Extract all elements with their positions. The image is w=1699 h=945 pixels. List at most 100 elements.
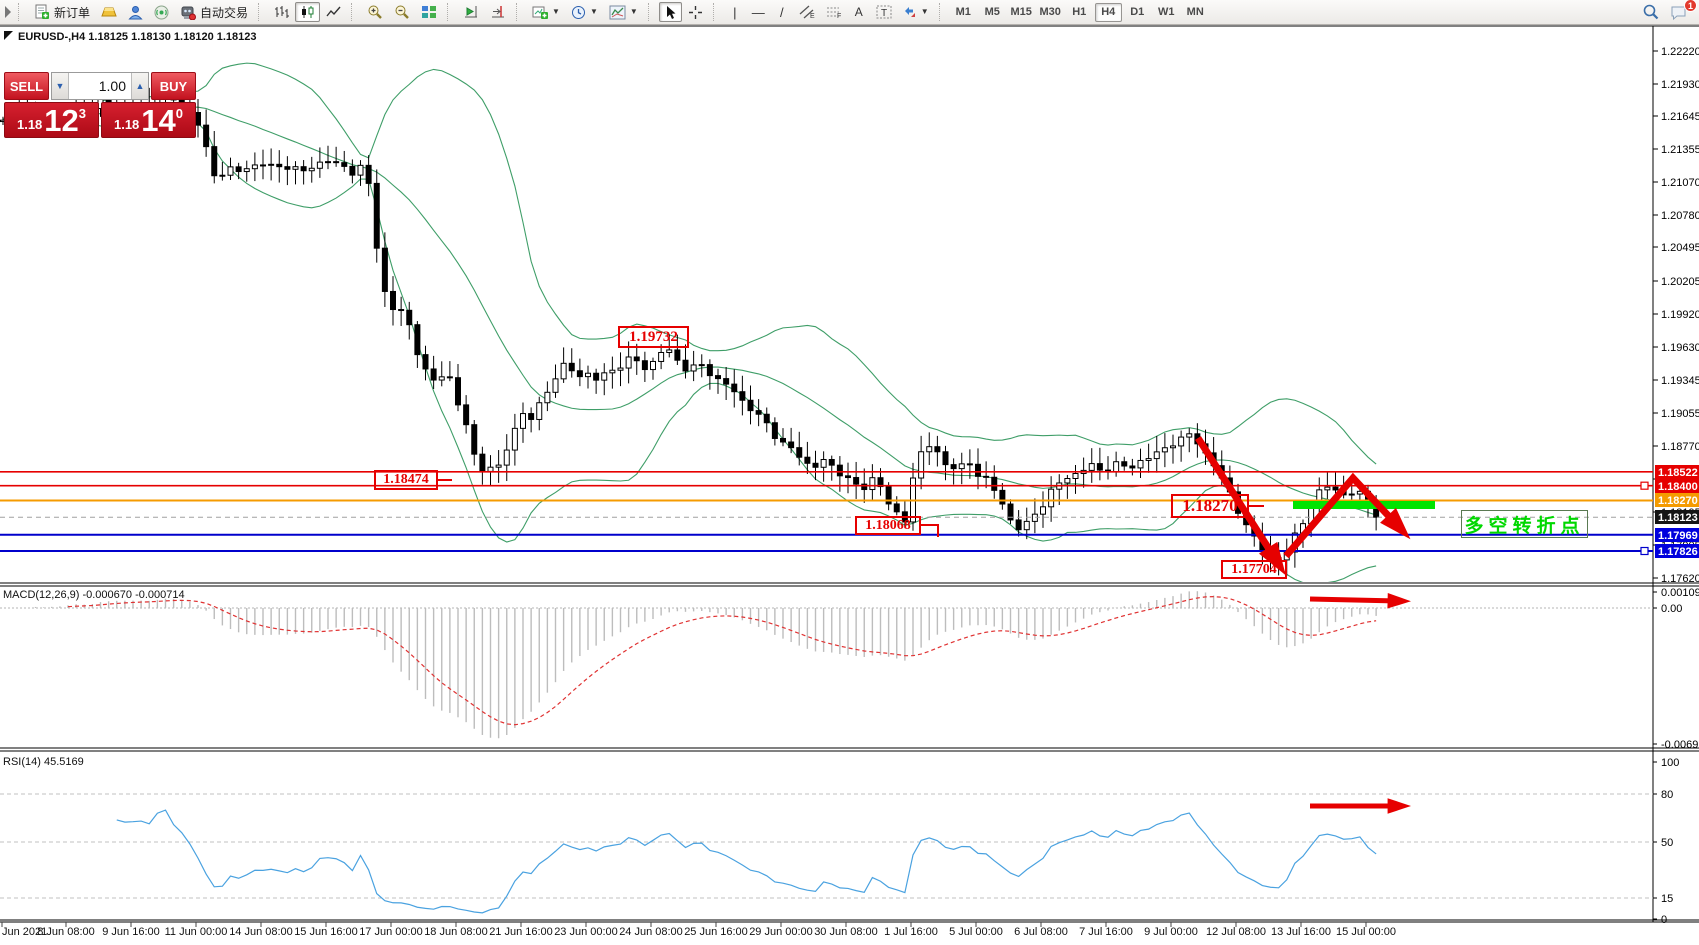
volume-decrease-button[interactable]: ▼ (52, 73, 69, 99)
dropdown-arrow-icon: ▼ (921, 8, 929, 16)
crosshair-tool-button[interactable] (683, 2, 708, 22)
svg-text:15 Jun 16:00: 15 Jun 16:00 (294, 926, 358, 938)
tile-windows-button[interactable] (416, 2, 442, 22)
buy-button[interactable]: BUY (151, 72, 196, 100)
svg-text:1.22220: 1.22220 (1661, 46, 1699, 58)
svg-text:E: E (810, 13, 815, 19)
svg-text:23 Jun 00:00: 23 Jun 00:00 (554, 926, 618, 938)
subwindow-marker[interactable] (4, 31, 13, 40)
candlestick-icon (300, 5, 315, 19)
svg-text:1.21645: 1.21645 (1661, 111, 1699, 123)
text-tool-icon: A (855, 6, 863, 18)
support-zone-bar[interactable] (1293, 501, 1435, 509)
new-order-button[interactable]: 新订单 (29, 2, 95, 22)
new-chart-dropdown[interactable]: ▼ (527, 2, 565, 22)
horizontal-line-tool[interactable]: — (747, 2, 770, 22)
fibonacci-tool[interactable]: F (821, 2, 847, 22)
autoscroll-icon (463, 5, 479, 19)
vertical-line-tool[interactable]: | (724, 2, 746, 22)
svg-text:7 Jul 16:00: 7 Jul 16:00 (1079, 926, 1133, 938)
chart-shift-icon (490, 5, 506, 19)
toolbar-separator (648, 3, 655, 21)
timeframe-button-d1[interactable]: D1 (1124, 3, 1151, 22)
text-label-tool[interactable]: T (871, 2, 897, 22)
sell-price-tile[interactable]: 1.18 12 3 (4, 102, 99, 138)
channel-tool[interactable]: E (794, 2, 820, 22)
chart-shift-button[interactable] (485, 2, 511, 22)
signal-button[interactable] (149, 2, 174, 22)
community-button[interactable] (123, 2, 148, 22)
autoscroll-button[interactable] (458, 2, 484, 22)
svg-text:1.18270: 1.18270 (1658, 495, 1698, 507)
indicators-dropdown[interactable]: ▼ (604, 2, 643, 22)
line-chart-icon (326, 5, 341, 19)
timeframe-button-h1[interactable]: H1 (1066, 3, 1093, 22)
cursor-icon (664, 5, 677, 20)
timeframe-button-w1[interactable]: W1 (1153, 3, 1180, 22)
price-annotation-18068[interactable]: 1.18068 (855, 516, 921, 535)
trendline-icon: / (780, 6, 784, 19)
sell-price-prefix: 1.18 (17, 117, 42, 132)
zoom-in-button[interactable] (362, 2, 388, 22)
person-icon (128, 5, 143, 20)
timeframe-button-mn[interactable]: MN (1182, 3, 1209, 22)
clock-icon (571, 5, 586, 20)
new-order-icon (34, 4, 50, 20)
volume-input[interactable]: 1.00 (69, 73, 131, 99)
svg-text:50: 50 (1661, 837, 1673, 849)
svg-text:0.00: 0.00 (1661, 603, 1682, 615)
gold-tool-button[interactable] (96, 2, 122, 22)
autotrading-button[interactable]: 自动交易 (175, 2, 253, 22)
equidistant-channel-icon: E (799, 5, 815, 19)
line-chart-mode-button[interactable] (321, 2, 346, 22)
timeframe-button-m30[interactable]: M30 (1037, 3, 1064, 22)
timeframe-dropdown[interactable]: ▼ (566, 2, 603, 22)
svg-text:1.20205: 1.20205 (1661, 276, 1699, 288)
svg-text:1 Jul 16:00: 1 Jul 16:00 (884, 926, 938, 938)
buy-price-tile[interactable]: 1.18 14 0 (101, 102, 196, 138)
trendline-tool[interactable]: / (771, 2, 793, 22)
clipped-toolbar-icon[interactable] (3, 2, 13, 22)
svg-text:1.20495: 1.20495 (1661, 242, 1699, 254)
cursor-tool-button[interactable] (659, 2, 682, 22)
ohlc-bars-icon (274, 5, 289, 19)
turning-point-callout[interactable]: 多空转折点 (1461, 510, 1588, 538)
volume-increase-button[interactable]: ▲ (131, 73, 148, 99)
autotrading-label: 自动交易 (200, 4, 248, 21)
sell-button[interactable]: SELL (4, 72, 49, 100)
timeframe-button-h4[interactable]: H4 (1095, 3, 1122, 22)
svg-text:9 Jul 00:00: 9 Jul 00:00 (1144, 926, 1198, 938)
price-annotation-18270[interactable]: 1.18270 (1171, 494, 1249, 518)
svg-text:1.19630: 1.19630 (1661, 342, 1699, 354)
svg-text:15: 15 (1661, 893, 1673, 905)
svg-text:-0.0069: -0.0069 (1661, 739, 1698, 751)
zoom-out-button[interactable] (389, 2, 415, 22)
price-annotation-19732[interactable]: 1.19732 (618, 326, 689, 348)
timeframe-button-m5[interactable]: M5 (979, 3, 1006, 22)
notifications-button[interactable]: 1 (1665, 2, 1692, 22)
search-button[interactable] (1638, 2, 1664, 22)
timeframe-toolbar: M1M5M15M30H1H4D1W1MN (950, 3, 1209, 22)
timeframe-button-m15[interactable]: M15 (1008, 3, 1035, 22)
timeframe-button-m1[interactable]: M1 (950, 3, 977, 22)
svg-text:1.20780: 1.20780 (1661, 210, 1699, 222)
chart-canvas[interactable]: 1.222201.219301.216451.213551.210701.207… (0, 0, 1699, 945)
svg-text:1.18522: 1.18522 (1658, 467, 1698, 479)
candlestick-mode-button[interactable] (295, 2, 320, 22)
svg-text:1.19345: 1.19345 (1661, 375, 1699, 387)
price-annotation-18474[interactable]: 1.18474 (374, 470, 438, 490)
price-annotation-17704[interactable]: 1.17704 (1221, 560, 1287, 579)
toolbar-separator (18, 3, 25, 21)
partial-icon (4, 4, 12, 20)
toolbar-separator (258, 3, 265, 21)
arrows-tool-dropdown[interactable]: ▼ (898, 2, 934, 22)
bar-chart-mode-button[interactable] (269, 2, 294, 22)
svg-text:14 Jun 08:00: 14 Jun 08:00 (229, 926, 293, 938)
text-tool[interactable]: A (848, 2, 870, 22)
rsi-label: RSI(14) 45.5169 (3, 756, 84, 768)
toolbar-separator (447, 3, 454, 21)
svg-text:25 Jun 16:00: 25 Jun 16:00 (684, 926, 748, 938)
svg-text:24 Jun 08:00: 24 Jun 08:00 (619, 926, 683, 938)
zoom-out-icon (394, 4, 410, 20)
svg-text:0: 0 (1661, 914, 1667, 926)
